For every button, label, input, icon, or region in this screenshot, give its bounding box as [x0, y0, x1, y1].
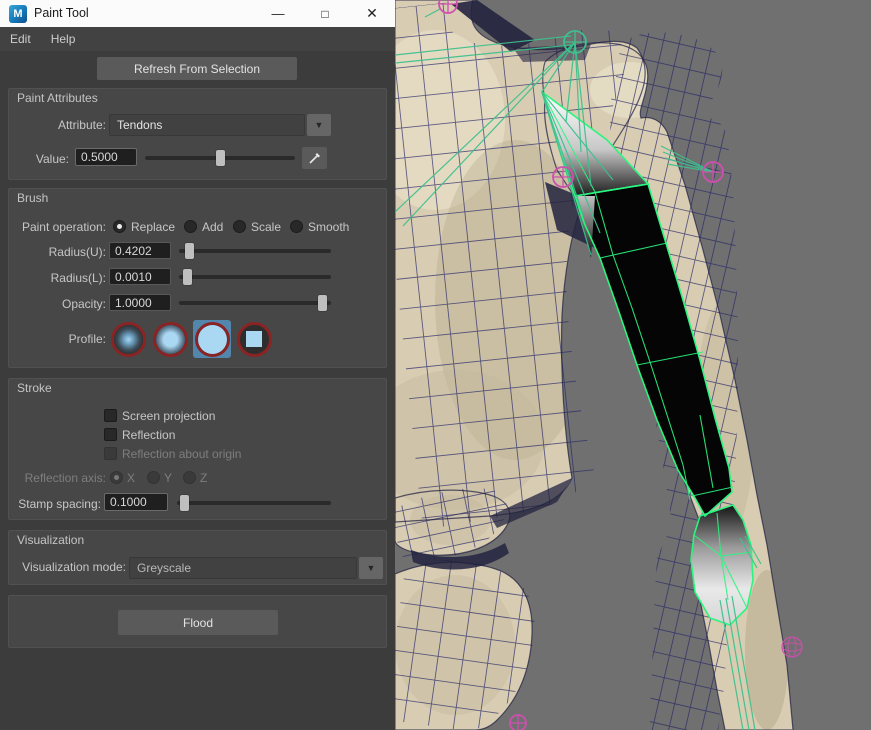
opacity-input[interactable]: [109, 294, 171, 311]
titlebar: M Paint Tool — □ ✕: [0, 0, 395, 27]
brush-section: Brush Paint operation: Replace Add Scale…: [8, 188, 387, 368]
profile-medium-soft-icon[interactable]: [151, 320, 189, 358]
viewport-canvas[interactable]: [395, 0, 871, 730]
reflection-label[interactable]: Reflection: [122, 428, 175, 442]
attribute-label: Attribute:: [9, 118, 106, 132]
chevron-down-icon[interactable]: ▼: [359, 557, 383, 579]
reflection-axis-label: Reflection axis:: [9, 471, 106, 485]
radius-u-slider[interactable]: [179, 243, 331, 259]
maximize-icon[interactable]: □: [303, 0, 347, 27]
slider-track: [177, 501, 331, 505]
slider-handle[interactable]: [185, 243, 194, 259]
stamp-spacing-slider[interactable]: [177, 495, 331, 511]
profile-soft-gaussian-icon[interactable]: [109, 320, 147, 358]
radius-u-label: Radius(U):: [9, 245, 106, 259]
slider-track: [179, 249, 331, 253]
section-title: Brush: [17, 191, 48, 205]
menu-edit[interactable]: Edit: [0, 28, 41, 50]
radio-scale[interactable]: [233, 220, 246, 233]
ik-handle-marker[interactable]: [564, 31, 586, 53]
window-title: Paint Tool: [34, 6, 89, 20]
opacity-label: Opacity:: [9, 297, 106, 311]
reflection-about-origin-label: Reflection about origin: [122, 447, 241, 461]
section-title: Visualization: [17, 533, 84, 547]
radius-l-slider[interactable]: [179, 269, 331, 285]
attribute-dropdown[interactable]: Tendons: [109, 114, 305, 136]
profile-label: Profile:: [9, 332, 106, 346]
radius-l-label: Radius(L):: [9, 271, 106, 285]
visualization-section: Visualization Visualization mode: Greysc…: [8, 530, 387, 585]
axis-x-label: X: [127, 471, 135, 485]
visualization-mode-dropdown[interactable]: Greyscale: [129, 557, 357, 579]
radius-l-input[interactable]: [109, 268, 171, 285]
value-label: Value:: [9, 152, 69, 166]
slider-track: [179, 275, 331, 279]
paint-operation-label: Paint operation:: [9, 220, 106, 234]
reflection-about-origin-checkbox: [104, 447, 117, 460]
radio-smooth[interactable]: [290, 220, 303, 233]
radio-scale-label[interactable]: Scale: [251, 220, 281, 234]
pole-vector-marker[interactable]: [703, 162, 723, 182]
eyedropper-icon[interactable]: [302, 147, 327, 169]
stamp-spacing-input[interactable]: [104, 493, 168, 511]
axis-z-radio: [183, 471, 196, 484]
minimize-icon[interactable]: —: [256, 0, 300, 27]
viewport-3d[interactable]: [395, 0, 871, 730]
radio-smooth-label[interactable]: Smooth: [308, 220, 349, 234]
axis-y-label: Y: [164, 471, 172, 485]
slider-handle[interactable]: [318, 295, 327, 311]
menubar: Edit Help: [0, 27, 395, 51]
slider-handle[interactable]: [216, 150, 225, 166]
slider-handle[interactable]: [180, 495, 189, 511]
chevron-down-icon[interactable]: ▼: [307, 114, 331, 136]
value-slider[interactable]: [145, 150, 295, 166]
screen: M Paint Tool — □ ✕ Edit Help Refresh Fro…: [0, 0, 871, 730]
joint-marker[interactable]: [553, 167, 573, 187]
reflection-checkbox[interactable]: [104, 428, 117, 441]
stroke-section: Stroke Screen projection Reflection Refl…: [8, 378, 387, 520]
screen-projection-label[interactable]: Screen projection: [122, 409, 215, 423]
axis-x-radio: [110, 471, 123, 484]
flood-button[interactable]: Flood: [118, 610, 278, 635]
radio-add-label[interactable]: Add: [202, 220, 223, 234]
radio-replace[interactable]: [113, 220, 126, 233]
slider-handle[interactable]: [183, 269, 192, 285]
value-input[interactable]: [75, 148, 137, 166]
screen-projection-checkbox[interactable]: [104, 409, 117, 422]
profile-solid-circle-icon[interactable]: [193, 320, 231, 358]
paint-tool-window: M Paint Tool — □ ✕ Edit Help Refresh Fro…: [0, 0, 395, 730]
profile-square-icon[interactable]: [235, 320, 273, 358]
section-title: Stroke: [17, 381, 52, 395]
radio-replace-label[interactable]: Replace: [131, 220, 175, 234]
close-icon[interactable]: ✕: [349, 0, 395, 27]
paint-attributes-section: Paint Attributes Attribute: Tendons ▼ Va…: [8, 88, 387, 180]
radius-u-input[interactable]: [109, 242, 171, 259]
stamp-spacing-label: Stamp spacing:: [9, 497, 101, 511]
axis-y-radio: [147, 471, 160, 484]
visualization-mode-label: Visualization mode:: [9, 560, 126, 574]
refresh-from-selection-button[interactable]: Refresh From Selection: [97, 57, 297, 80]
flood-section: Flood: [8, 595, 387, 648]
slider-track: [179, 301, 331, 305]
section-title: Paint Attributes: [17, 91, 98, 105]
maya-logo-icon: M: [9, 5, 27, 23]
joint-marker[interactable]: [510, 715, 526, 730]
opacity-slider[interactable]: [179, 295, 331, 311]
radio-add[interactable]: [184, 220, 197, 233]
menu-help[interactable]: Help: [41, 28, 86, 50]
axis-z-label: Z: [200, 471, 207, 485]
